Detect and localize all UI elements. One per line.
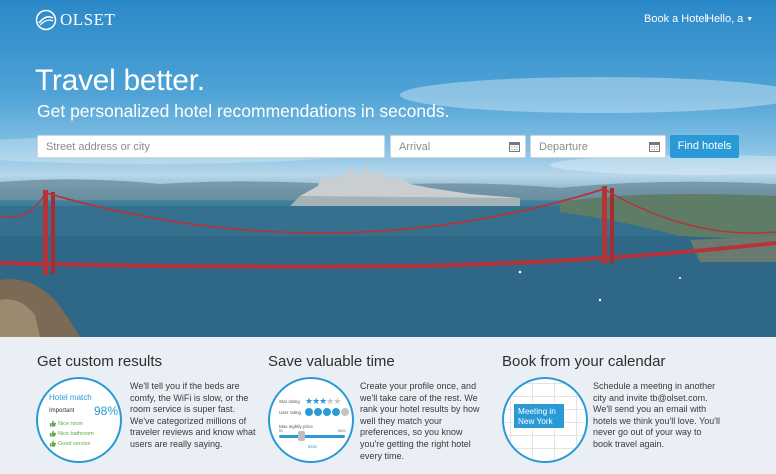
star-icon: ★: [333, 396, 341, 406]
preferences-illustration: Star rating ★★★★★ User rating Max nightl…: [268, 377, 354, 463]
arrival-placeholder: Arrival: [399, 141, 431, 153]
match-item-label: Nice bathroom: [58, 430, 94, 437]
calendar-event: Meeting in New York: [513, 403, 565, 429]
price-max-label: $600: [338, 429, 346, 433]
rating-dot: [305, 408, 313, 416]
rating-dot: [314, 408, 322, 416]
hotel-match-percent: 98%: [94, 404, 119, 418]
feature-text-custom-results: We'll tell you if the beds are comfy, th…: [130, 381, 256, 449]
arrival-date-input[interactable]: Arrival: [390, 135, 526, 158]
hotel-match-title: Hotel match: [49, 393, 92, 402]
match-item: Nice room: [49, 420, 83, 427]
user-rating-label: User rating: [279, 410, 302, 415]
user-greeting: Hello, a: [706, 13, 744, 25]
golden-gate-bridge-photo: [0, 77, 776, 337]
street-address-input[interactable]: Street address or city: [37, 135, 385, 158]
find-hotels-button[interactable]: Find hotels: [670, 135, 739, 158]
hotel-match-illustration: Hotel match Important 98% Nice room Nice…: [36, 377, 122, 463]
chevron-down-icon: ▼: [746, 15, 754, 23]
calendar-illustration: Meeting in New York: [502, 377, 588, 463]
departure-placeholder: Departure: [539, 141, 588, 153]
feature-text-calendar: Schedule a meeting in another city and i…: [593, 381, 721, 449]
book-a-hotel-link[interactable]: Book a Hotel: [644, 13, 707, 25]
match-item-label: Nice room: [58, 420, 84, 427]
user-rating-dots: [305, 408, 349, 416]
match-item-label: Good service: [58, 440, 91, 447]
calendar-icon[interactable]: [649, 141, 660, 152]
hotel-match-important: Important: [49, 408, 75, 414]
feature-title-custom-results: Get custom results: [37, 353, 163, 370]
street-placeholder: Street address or city: [46, 141, 150, 153]
star-rating-icons: ★★★★★: [305, 396, 341, 407]
feature-text-save-time: Create your profile once, and we'll take…: [360, 381, 480, 461]
feature-title-save-time: Save valuable time: [268, 353, 395, 370]
brand-name: OLSET: [60, 10, 116, 29]
feature-title-calendar: Book from your calendar: [502, 353, 666, 370]
thumbs-up-icon: [49, 440, 56, 447]
rating-dot: [341, 408, 349, 416]
price-value-label: $350: [308, 444, 317, 449]
hero-banner: OLSET Book a Hotel Hello, a ▼ Travel bet…: [0, 0, 776, 337]
rating-dot: [323, 408, 331, 416]
price-slider-knob: [298, 431, 305, 441]
hero-headline: Travel better.: [35, 64, 205, 97]
user-menu[interactable]: Hello, a ▼: [706, 13, 753, 25]
thumbs-up-icon: [49, 420, 56, 427]
brand-logo[interactable]: OLSET: [35, 9, 115, 31]
departure-date-input[interactable]: Departure: [530, 135, 666, 158]
calendar-icon[interactable]: [509, 141, 520, 152]
hero-subheadline: Get personalized hotel recommendations i…: [37, 101, 450, 121]
top-nav-bar: OLSET Book a Hotel Hello, a ▼: [0, 0, 776, 40]
olset-logo-icon: [35, 9, 57, 31]
match-item: Good service: [49, 440, 90, 447]
rating-dot: [332, 408, 340, 416]
thumbs-up-icon: [49, 430, 56, 437]
match-item: Nice bathroom: [49, 430, 94, 437]
price-min-label: $0: [279, 429, 283, 433]
star-rating-label: Star rating: [279, 399, 300, 404]
max-price-label: Max nightly price: [279, 424, 313, 429]
price-slider-track: [279, 435, 345, 438]
